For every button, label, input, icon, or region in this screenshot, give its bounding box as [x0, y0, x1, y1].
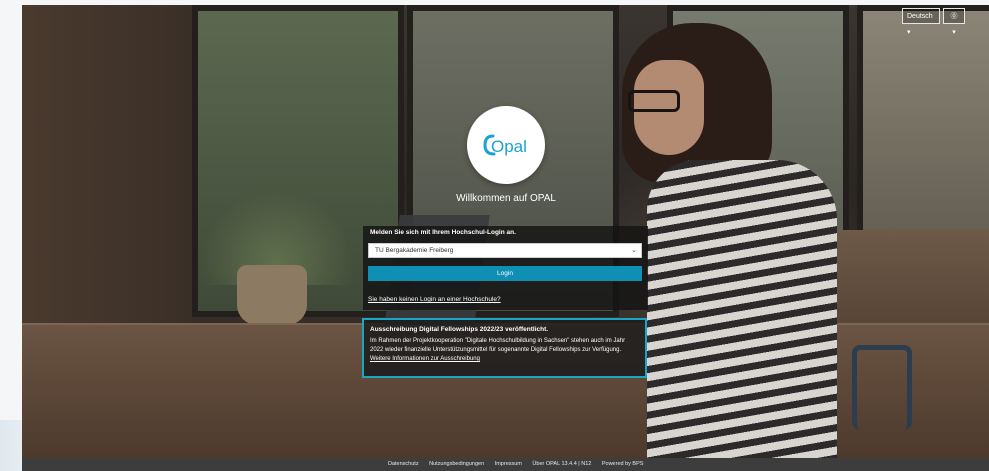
footer-link-impressum[interactable]: Impressum — [495, 461, 522, 467]
announcement-box: Ausschreibung Digital Fellowships 2022/2… — [362, 318, 647, 378]
footer-link-nutzungsbedingungen[interactable]: Nutzungsbedingungen — [429, 461, 484, 467]
announcement-text: Im Rahmen der Projektkooperation "Digita… — [370, 338, 626, 353]
login-button[interactable]: Login — [368, 266, 642, 281]
photo-glasses — [628, 90, 680, 112]
welcome-heading: Willkommen auf OPAL — [456, 193, 556, 204]
logo-text: Opal — [491, 137, 527, 156]
opal-logo-icon: Opal — [483, 134, 527, 156]
photo-chair — [852, 345, 912, 430]
institution-select[interactable]: TU Bergakademie Freiberg ⌄ — [368, 243, 642, 258]
footer-link-datenschutz[interactable]: Datenschutz — [388, 461, 419, 467]
footer-links: Datenschutz Nutzungsbedingungen Impressu… — [388, 458, 652, 471]
announcement-body: Im Rahmen der Projektkooperation "Digita… — [370, 337, 639, 364]
help-menu-button[interactable]: ⓪ ▾ — [943, 8, 965, 36]
institution-select-value: TU Bergakademie Freiberg — [375, 247, 454, 254]
photo-pot — [237, 265, 307, 325]
footer: Datenschutz Nutzungsbedingungen Impressu… — [22, 458, 989, 471]
login-title: Melden Sie sich mit Ihrem Hochschul-Logi… — [370, 229, 516, 236]
announcement-more-link[interactable]: Weitere Informationen zur Ausschreibung — [370, 356, 480, 362]
footer-link-powered-by[interactable]: Powered by BPS — [602, 461, 644, 467]
language-select[interactable]: Deutsch ▾ — [902, 8, 940, 36]
announcement-title: Ausschreibung Digital Fellowships 2022/2… — [370, 326, 549, 333]
photo-planter — [812, 230, 989, 325]
chevron-down-icon: ⌄ — [631, 247, 637, 254]
no-login-link[interactable]: Sie haben keinen Login an einer Hochschu… — [368, 296, 501, 303]
footer-link-about-opal[interactable]: Über OPAL 13.4.4 | N12 — [532, 461, 591, 467]
photo-person-body — [647, 160, 837, 458]
opal-logo: Opal — [467, 106, 545, 184]
